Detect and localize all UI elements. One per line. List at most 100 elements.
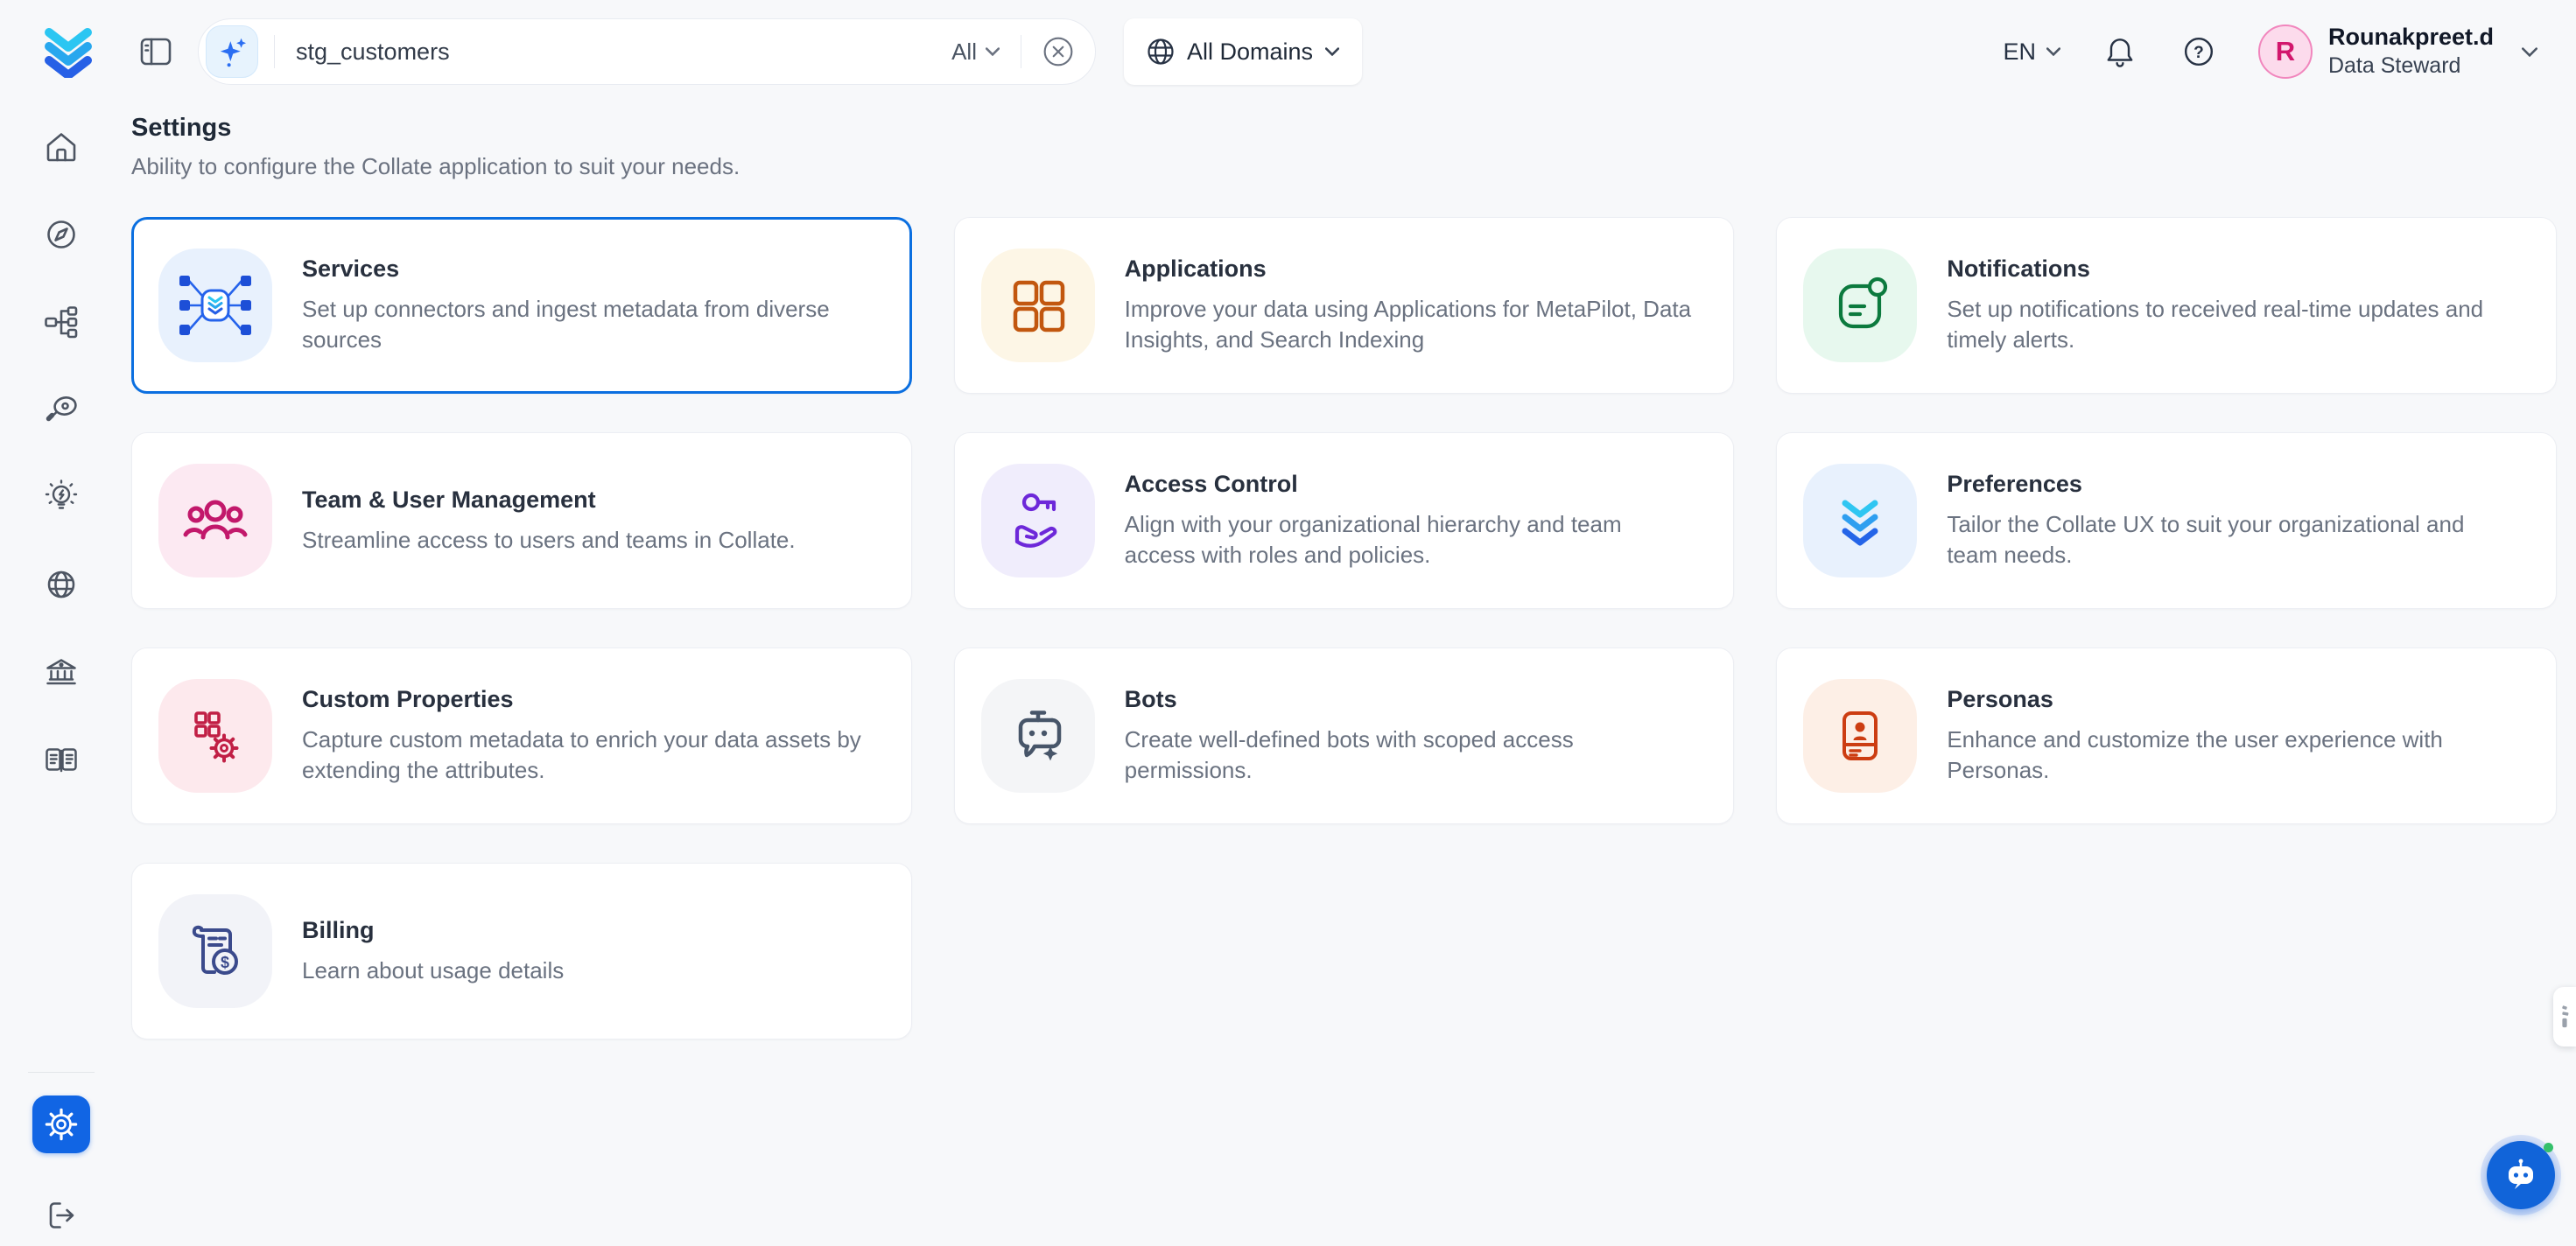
card-title: Custom Properties <box>302 686 876 713</box>
governance-bank-icon <box>41 652 81 692</box>
search-scope-dropdown[interactable]: All <box>951 38 1000 66</box>
chevron-down-icon <box>2046 47 2060 56</box>
sidebar-item-glossary[interactable] <box>37 738 86 780</box>
search-input[interactable] <box>296 38 951 66</box>
settings-card-notifications[interactable]: Notifications Set up notifications to re… <box>1776 217 2557 394</box>
clear-search-icon[interactable] <box>1042 36 1074 67</box>
collate-logo-icon[interactable] <box>40 25 96 78</box>
logout-button[interactable] <box>39 1194 83 1237</box>
user-menu[interactable]: R Rounakpreet.d Data Steward <box>2258 23 2537 80</box>
card-title: Preferences <box>1947 471 2521 498</box>
chat-online-status-dot <box>2544 1143 2553 1152</box>
applications-grid-icon <box>996 263 1080 347</box>
help-button[interactable]: ? <box>2179 32 2218 71</box>
settings-page: Settings Ability to configure the Collat… <box>123 103 2576 1246</box>
team-user-tile <box>158 464 272 578</box>
language-label: EN <box>2003 38 2036 66</box>
avatar-initial: R <box>2276 36 2295 67</box>
ai-sparkle-chip[interactable] <box>206 25 258 78</box>
chevron-down-icon <box>1325 47 1339 56</box>
settings-card-applications[interactable]: Applications Improve your data using App… <box>954 217 1735 394</box>
applications-tile <box>981 248 1095 362</box>
bots-robot-icon <box>996 694 1080 778</box>
card-title: Bots <box>1125 686 1699 713</box>
card-title: Billing <box>302 917 564 944</box>
home-icon <box>41 127 81 167</box>
card-title: Team & User Management <box>302 486 796 514</box>
notifications-alert-icon <box>1818 263 1902 347</box>
sidebar-item-settings-active[interactable] <box>32 1096 90 1153</box>
billing-tile: $ <box>158 894 272 1008</box>
preferences-tile <box>1803 464 1917 578</box>
chat-bot-icon <box>2501 1155 2541 1195</box>
settings-card-custom-properties[interactable]: Custom Properties Capture custom metadat… <box>131 648 912 824</box>
settings-card-access-control[interactable]: Access Control Align with your organizat… <box>954 432 1735 609</box>
widget-glyph-icon <box>2553 1001 2576 1032</box>
sidebar-item-governance[interactable] <box>37 651 86 693</box>
user-role: Data Steward <box>2328 52 2494 80</box>
sidebar-item-explore[interactable] <box>37 214 86 256</box>
insights-bulb-icon <box>41 477 81 517</box>
language-dropdown[interactable]: EN <box>2003 38 2060 66</box>
global-search-bar[interactable]: All <box>198 18 1096 85</box>
all-domains-dropdown[interactable]: All Domains <box>1124 18 1362 85</box>
settings-card-billing[interactable]: $ Billing Learn about usage details <box>131 863 912 1040</box>
page-title: Settings <box>131 114 2557 143</box>
personas-id-card-icon <box>1818 694 1902 778</box>
all-domains-label: All Domains <box>1187 38 1313 66</box>
team-users-icon <box>173 479 257 563</box>
card-description: Create well-defined bots with scoped acc… <box>1125 724 1699 786</box>
chevron-down-icon <box>2522 47 2537 57</box>
divider <box>28 1072 95 1073</box>
custom-properties-icon <box>173 694 257 778</box>
preferences-collate-icon <box>1818 479 1902 563</box>
settings-card-services[interactable]: Services Set up connectors and ingest me… <box>131 217 912 394</box>
settings-gear-icon <box>43 1106 80 1143</box>
services-network-icon <box>173 263 257 347</box>
card-description: Align with your organizational hierarchy… <box>1125 509 1699 570</box>
globe-icon <box>1147 38 1175 66</box>
hidden-widget-tab[interactable] <box>2553 987 2576 1046</box>
card-description: Set up connectors and ingest metadata fr… <box>302 294 876 355</box>
access-control-tile <box>981 464 1095 578</box>
panel-toggle-icon <box>137 35 174 68</box>
settings-card-personas[interactable]: Personas Enhance and customize the user … <box>1776 648 2557 824</box>
avatar: R <box>2258 24 2313 79</box>
sidebar-item-home[interactable] <box>37 126 86 168</box>
card-description: Enhance and customize the user experienc… <box>1947 724 2521 786</box>
sidebar-toggle-button[interactable] <box>137 34 175 69</box>
logout-icon <box>41 1195 81 1236</box>
sidebar-item-insights[interactable] <box>37 476 86 518</box>
settings-card-bots[interactable]: Bots Create well-defined bots with scope… <box>954 648 1735 824</box>
settings-cards-grid: Services Set up connectors and ingest me… <box>131 217 2557 1040</box>
chevron-down-icon <box>986 47 1000 56</box>
bots-tile <box>981 679 1095 793</box>
card-description: Streamline access to users and teams in … <box>302 525 796 556</box>
settings-card-team-user-management[interactable]: Team & User Management Streamline access… <box>131 432 912 609</box>
topbar-right-cluster: EN ? R Rounakpreet.d Data Steward <box>2003 23 2537 80</box>
sidebar-item-data-flow[interactable] <box>37 301 86 343</box>
services-tile <box>158 248 272 362</box>
access-control-key-icon <box>996 479 1080 563</box>
notifications-bell-button[interactable] <box>2101 32 2139 71</box>
billing-receipt-icon: $ <box>173 909 257 993</box>
card-description: Improve your data using Applications for… <box>1125 294 1699 355</box>
card-description: Tailor the Collate UX to suit your organ… <box>1947 509 2521 570</box>
card-description: Learn about usage details <box>302 956 564 986</box>
glossary-book-icon <box>41 739 81 780</box>
sidebar-item-domains[interactable] <box>37 564 86 606</box>
card-description: Set up notifications to received real-ti… <box>1947 294 2521 355</box>
divider <box>274 35 275 68</box>
card-title: Personas <box>1947 686 2521 713</box>
card-title: Services <box>302 256 876 283</box>
sidebar-item-observability[interactable] <box>37 388 86 430</box>
data-flow-icon <box>41 302 81 342</box>
topbar: All All Domains EN <box>0 0 2576 103</box>
user-name: Rounakpreet.d <box>2328 23 2494 52</box>
notifications-tile <box>1803 248 1917 362</box>
custom-properties-tile <box>158 679 272 793</box>
card-title: Notifications <box>1947 256 2521 283</box>
explore-compass-icon <box>41 214 81 255</box>
settings-card-preferences[interactable]: Preferences Tailor the Collate UX to sui… <box>1776 432 2557 609</box>
left-nav-sidebar <box>0 103 123 1246</box>
